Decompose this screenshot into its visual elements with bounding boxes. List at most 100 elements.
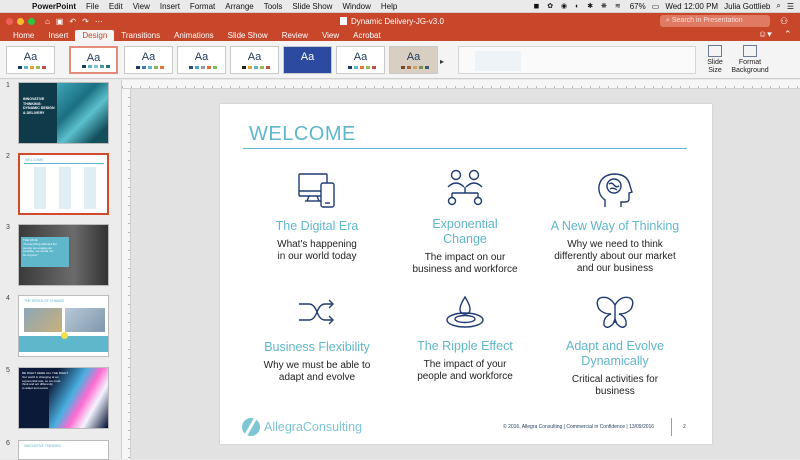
theme-current[interactable]: Aa <box>69 46 118 74</box>
desc-line: The impact on our <box>424 252 506 263</box>
slide-number[interactable]: 2 <box>683 424 686 430</box>
zoom-button[interactable] <box>28 17 35 25</box>
list-icon[interactable]: ☰ <box>787 2 794 11</box>
feedback-smiley-icon[interactable]: ☺▾ <box>758 29 772 40</box>
thumb-line: be anyone" <box>23 253 39 258</box>
menu-insert[interactable]: Insert <box>160 2 180 11</box>
variants-gallery[interactable] <box>458 46 696 74</box>
tab-review[interactable]: Review <box>275 30 315 41</box>
horizontal-ruler[interactable] <box>122 80 800 89</box>
thumb-3-box: THE FACE "If everything affected the peo… <box>21 237 69 267</box>
battery-percent[interactable]: 67% <box>630 2 646 11</box>
footer-text[interactable]: © 2016, Allegra Consulting | Commercial … <box>503 424 654 430</box>
people-network-icon <box>447 169 483 206</box>
menu-tools[interactable]: Tools <box>264 2 283 11</box>
water-drop-ripple-icon <box>446 295 484 328</box>
devices-icon <box>298 173 335 208</box>
logo-text: AllegraConsulting <box>264 420 362 434</box>
theme-office[interactable]: Aa <box>6 46 55 74</box>
theme-swatches <box>348 66 376 69</box>
theme-label: Aa <box>86 52 101 64</box>
tab-transitions[interactable]: Transitions <box>114 30 167 41</box>
battery-icon[interactable]: ▭ <box>652 2 660 11</box>
window-controls <box>6 17 35 25</box>
search-icon[interactable]: ⌕ <box>776 1 780 11</box>
format-background-label-2: Background <box>731 67 769 74</box>
item-heading: A New Way of Thinking <box>550 219 680 233</box>
thumb-5-text: BE RIGHT HERE ALL THE RIGHT Our world is… <box>22 371 68 391</box>
slide-thumbnail-4[interactable]: THE SPEED OF CHANGE <box>18 295 109 357</box>
item-heading: Business Flexibility <box>264 340 370 354</box>
slide-thumbnail-6[interactable]: INNOVATIVE THINKING <box>18 440 109 460</box>
desc-line: business and workforce <box>412 264 518 275</box>
theme-facet[interactable]: Aa <box>124 46 173 74</box>
slide-size-button[interactable]: Slide Size <box>703 45 727 75</box>
variant-placeholder[interactable] <box>475 51 521 71</box>
menu-slide-show[interactable]: Slide Show <box>292 2 332 11</box>
status-icons[interactable]: ◼ ✿ ◉ ◐ ✱ ❋ ≋ <box>533 2 623 10</box>
theme-slice[interactable]: Aa <box>336 46 385 74</box>
theme-ion[interactable]: Aa <box>177 46 226 74</box>
thumb-4-dot <box>61 332 68 339</box>
format-background-button[interactable]: Format Background <box>728 45 772 75</box>
logo-mark-icon <box>242 418 260 436</box>
shuffle-icon <box>299 299 334 325</box>
theme-blue[interactable]: Aa <box>283 46 332 74</box>
slide-thumbnail-2[interactable]: WELCOME <box>18 153 109 215</box>
user-name[interactable]: Julia Gottlieb <box>724 2 770 11</box>
slide-thumbnail-1[interactable]: INNOVATIVE THINKING: DYNAMIC DESIGN & DE… <box>18 82 109 144</box>
item-digital-era[interactable]: The Digital Era What's happening in our … <box>242 171 392 263</box>
quick-access-more-icon[interactable]: ⋯ <box>95 17 103 26</box>
menu-help[interactable]: Help <box>381 2 397 11</box>
company-logo[interactable]: AllegraConsulting <box>242 418 362 436</box>
heading-line: Change <box>443 232 487 246</box>
slide-thumbnail-5[interactable]: BE RIGHT HERE ALL THE RIGHT Our world is… <box>18 367 109 429</box>
add-user-icon[interactable]: ⚇ <box>780 16 788 27</box>
item-business-flexibility[interactable]: Business Flexibility Why we must be able… <box>242 297 392 384</box>
menu-edit[interactable]: Edit <box>109 2 123 11</box>
slide-thumbnail-3[interactable]: THE FACE "If everything affected the peo… <box>18 224 109 286</box>
home-icon[interactable]: ⌂ <box>45 17 50 26</box>
app-name-menu[interactable]: PowerPoint <box>32 2 76 11</box>
menu-view[interactable]: View <box>133 2 150 11</box>
item-description: The impact on our business and workforce <box>390 252 540 276</box>
menu-arrange[interactable]: Arrange <box>225 2 253 11</box>
mac-menubar: PowerPoint File Edit View Insert Format … <box>0 0 800 13</box>
themes-more-arrow-icon[interactable]: ▸ <box>440 57 444 66</box>
save-icon[interactable]: ▣ <box>56 17 64 26</box>
tab-slide-show[interactable]: Slide Show <box>221 30 275 41</box>
close-button[interactable] <box>6 17 13 25</box>
item-heading: Exponential Change <box>390 217 540 247</box>
quick-access-toolbar: ⌂ ▣ ↶ ↷ ⋯ <box>45 17 103 26</box>
search-placeholder: Search in Presentation <box>671 17 743 24</box>
collapse-ribbon-icon[interactable]: ⌃ <box>784 29 792 40</box>
menu-format[interactable]: Format <box>190 2 215 11</box>
clock[interactable]: Wed 12:00 PM <box>665 2 718 11</box>
slide-2[interactable]: WELCOME The Digital Era What's happening… <box>220 104 712 444</box>
item-ripple-effect[interactable]: The Ripple Effect The impact of your peo… <box>390 295 540 383</box>
item-new-way-of-thinking[interactable]: A New Way of Thinking Why we need to thi… <box>540 171 690 275</box>
tab-design[interactable]: Design <box>75 30 115 41</box>
tab-acrobat[interactable]: Acrobat <box>346 30 388 41</box>
menu-window[interactable]: Window <box>342 2 370 11</box>
tab-view[interactable]: View <box>315 30 346 41</box>
item-adapt-evolve[interactable]: Adapt and Evolve Dynamically Critical ac… <box>540 295 690 398</box>
slide-thumbnails-pane[interactable]: 1 INNOVATIVE THINKING: DYNAMIC DESIGN & … <box>0 80 122 460</box>
tab-home[interactable]: Home <box>6 30 41 41</box>
theme-label: Aa <box>194 51 209 63</box>
item-description: Critical activities for business <box>540 374 690 398</box>
search-input[interactable]: ⌕ Search in Presentation <box>660 15 770 27</box>
tab-insert[interactable]: Insert <box>41 30 75 41</box>
undo-icon[interactable]: ↶ <box>69 17 76 26</box>
tab-animations[interactable]: Animations <box>167 30 221 41</box>
theme-retrospect[interactable]: Aa <box>230 46 279 74</box>
thumb-number: 6 <box>6 440 10 447</box>
menu-file[interactable]: File <box>86 2 99 11</box>
minimize-button[interactable] <box>17 17 24 25</box>
item-exponential-change[interactable]: Exponential Change The impact on our bus… <box>390 167 540 276</box>
document-title: Dynamic Delivery-JG-v3.0 <box>340 17 444 26</box>
vertical-ruler[interactable] <box>122 89 131 459</box>
redo-icon[interactable]: ↷ <box>82 17 89 26</box>
theme-wood[interactable]: Aa <box>389 46 438 74</box>
slide-title[interactable]: WELCOME <box>249 123 356 146</box>
